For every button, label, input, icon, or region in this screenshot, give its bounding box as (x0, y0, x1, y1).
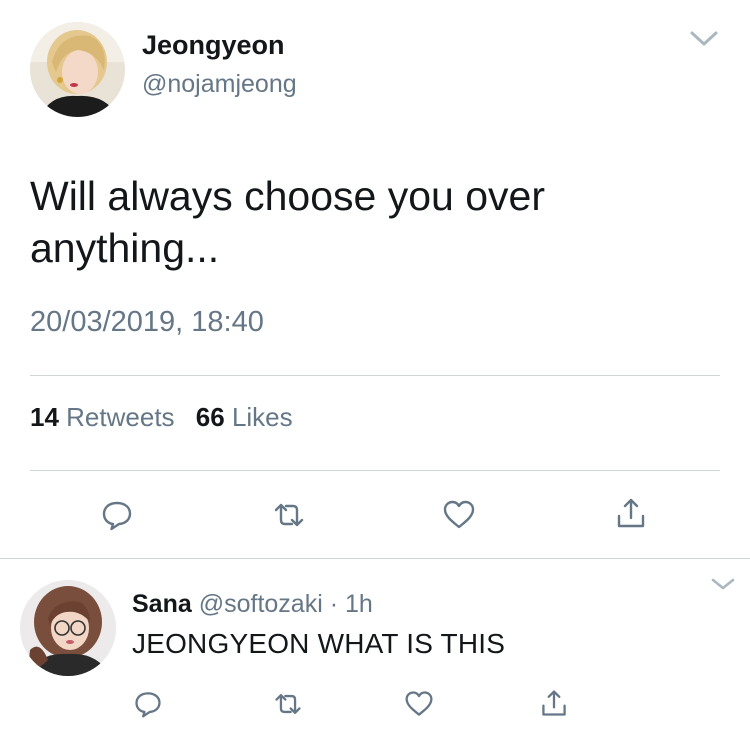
likes-label[interactable]: Likes (232, 402, 293, 432)
reply-time[interactable]: 1h (345, 590, 373, 618)
tweet-timestamp: 20/03/2019, 18:40 (30, 306, 264, 338)
share-icon[interactable] (614, 496, 648, 530)
author-handle[interactable]: @nojamjeong (142, 70, 297, 99)
retweets-label[interactable]: Retweets (66, 402, 174, 432)
retweet-icon[interactable] (273, 689, 303, 719)
like-icon[interactable] (404, 689, 434, 719)
like-icon[interactable] (442, 498, 476, 532)
reply-author-name[interactable]: Sana (132, 590, 192, 618)
divider (30, 375, 720, 376)
separator-dot: · (329, 590, 339, 618)
author-avatar[interactable] (30, 22, 125, 117)
divider (0, 558, 750, 559)
tweet-text: Will always choose you over anything... (30, 173, 545, 271)
reply-author-handle[interactable]: @softozaki (199, 590, 323, 618)
retweet-count[interactable]: 14 (30, 402, 59, 432)
retweet-icon[interactable] (272, 498, 306, 532)
share-icon[interactable] (539, 688, 569, 718)
reply-header: Sana @softozaki · 1h (132, 590, 373, 619)
divider (30, 470, 720, 471)
author-name[interactable]: Jeongyeon (142, 30, 285, 61)
reply-icon[interactable] (133, 689, 163, 719)
chevron-down-icon[interactable] (710, 575, 736, 593)
like-count[interactable]: 66 (196, 402, 225, 432)
reply-author-avatar[interactable] (20, 580, 116, 676)
chevron-down-icon[interactable] (688, 26, 720, 50)
tweet-stats: 14 Retweets 66 Likes (30, 402, 293, 433)
reply-text: JEONGYEON WHAT IS THIS (132, 628, 506, 659)
reply-icon[interactable] (100, 498, 134, 532)
